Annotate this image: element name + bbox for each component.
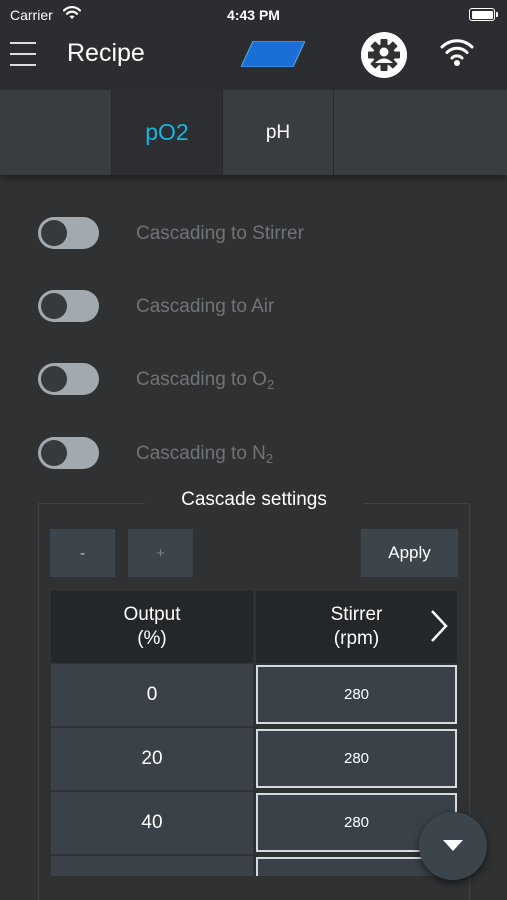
table-cell-stirrer[interactable]: 280: [256, 665, 457, 724]
table-row-output: 40: [51, 792, 253, 854]
page-title: Recipe: [67, 39, 145, 67]
cascade-air-toggle[interactable]: [38, 290, 99, 322]
wifi-icon[interactable]: [440, 37, 474, 67]
cascade-stirrer-label: Cascading to Stirrer: [136, 223, 304, 244]
tab-empty-right[interactable]: [334, 90, 507, 175]
gear-icon: [368, 39, 400, 71]
cascade-settings-title: Cascade settings: [145, 489, 363, 513]
tab-bar: pO2 pH: [0, 90, 507, 175]
cascade-o2-toggle[interactable]: [38, 363, 99, 395]
table-row-output: 20: [51, 728, 253, 790]
scroll-down-button[interactable]: [419, 812, 487, 880]
cascade-n2-row: Cascading to N2: [38, 437, 478, 471]
increment-button[interactable]: +: [128, 529, 193, 577]
chevron-right-icon[interactable]: [429, 609, 449, 643]
cascade-o2-label: Cascading to O2: [136, 369, 275, 392]
battery-icon: [469, 8, 498, 21]
table-row-output-partial: [51, 856, 253, 876]
column-header-output-unit: (%): [137, 628, 167, 649]
settings-button[interactable]: [361, 32, 407, 78]
status-bar: Carrier 4:43 PM: [0, 0, 507, 30]
apply-button[interactable]: Apply: [361, 529, 458, 577]
brand-logo: [241, 41, 305, 67]
cascade-stirrer-row: Cascading to Stirrer: [38, 217, 478, 251]
column-header-output: Output (%): [51, 591, 253, 663]
tab-empty-left[interactable]: [0, 90, 112, 175]
status-time: 4:43 PM: [227, 7, 280, 23]
cascade-n2-toggle[interactable]: [38, 437, 99, 469]
tab-po2[interactable]: pO2: [112, 90, 223, 175]
cascade-air-label: Cascading to Air: [136, 296, 275, 317]
table-row-output: 0: [51, 664, 253, 726]
toggle-knob: [41, 220, 67, 246]
tab-ph[interactable]: pH: [223, 90, 334, 175]
decrement-button[interactable]: -: [50, 529, 115, 577]
nav-bar: Recipe: [0, 30, 507, 90]
cascade-air-row: Cascading to Air: [38, 290, 478, 324]
column-header-stirrer-unit: (rpm): [333, 628, 380, 649]
caret-down-icon: [443, 840, 463, 851]
cascade-n2-label: Cascading to N2: [136, 443, 274, 466]
column-header-stirrer: Stirrer (rpm): [256, 591, 457, 663]
cascade-o2-row: Cascading to O2: [38, 363, 478, 397]
cascade-stirrer-toggle[interactable]: [38, 217, 99, 249]
toggle-knob: [41, 366, 67, 392]
toggle-knob: [41, 440, 67, 466]
battery-level: [471, 10, 493, 19]
column-header-stirrer-name: Stirrer: [330, 604, 383, 625]
hamburger-icon[interactable]: [10, 42, 36, 66]
table-cell-stirrer[interactable]: 280: [256, 729, 457, 788]
toggle-knob: [41, 293, 67, 319]
column-header-output-name: Output: [123, 604, 181, 625]
